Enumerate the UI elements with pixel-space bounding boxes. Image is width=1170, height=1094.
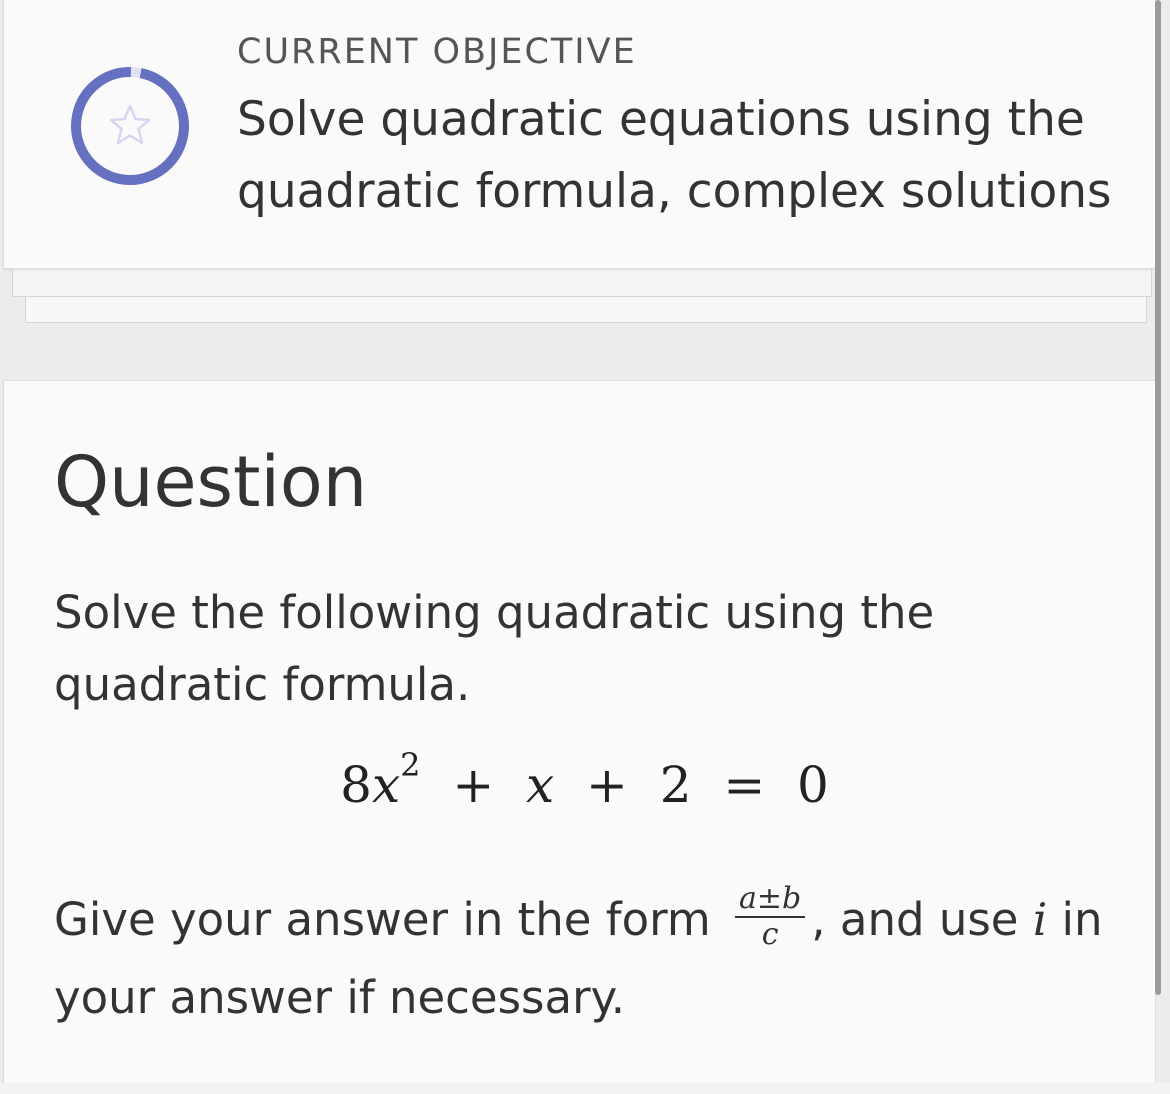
- stacked-card-shadow: [25, 296, 1147, 323]
- scrollbar[interactable]: [1155, 0, 1161, 995]
- question-card: Question Solve the following quadratic u…: [3, 380, 1156, 1085]
- eq-plus: +: [452, 756, 495, 814]
- objective-title: Solve quadratic equations using the quad…: [237, 92, 1112, 219]
- instructions-text: Give your answer in the form: [54, 893, 711, 946]
- page: CURRENT OBJECTIVE Solve quadratic equati…: [0, 0, 1170, 1094]
- eq-coefficient: 8: [340, 756, 372, 814]
- objective-kicker: CURRENT OBJECTIVE: [237, 32, 637, 72]
- quadratic-equation: 8x2 + x + 2 = 0: [4, 749, 1155, 814]
- question-heading: Question: [54, 441, 368, 523]
- answer-form-fraction: a±b c: [735, 882, 806, 952]
- star-outline-icon: [109, 104, 151, 145]
- eq-exponent: 2: [400, 746, 421, 784]
- objective-card[interactable]: CURRENT OBJECTIVE Solve quadratic equati…: [3, 0, 1156, 269]
- answer-instructions: Give your answer in the form a±b c , and…: [54, 881, 1134, 1037]
- eq-equals: =: [723, 756, 766, 814]
- fraction-denominator: c: [761, 917, 779, 952]
- next-card-edge: [0, 1083, 1170, 1094]
- imaginary-unit: i: [1032, 893, 1048, 946]
- eq-rhs: 0: [797, 756, 829, 814]
- eq-term: x: [526, 756, 555, 814]
- eq-plus: +: [586, 756, 628, 814]
- stacked-card-shadow: [12, 268, 1152, 297]
- eq-variable: x: [371, 756, 401, 814]
- fraction-numerator: a±b: [735, 882, 806, 918]
- eq-constant: 2: [659, 756, 692, 814]
- progress-ring: [71, 67, 189, 185]
- question-prompt: Solve the following quadratic using the …: [54, 586, 935, 711]
- instructions-text: , and use: [811, 893, 1019, 946]
